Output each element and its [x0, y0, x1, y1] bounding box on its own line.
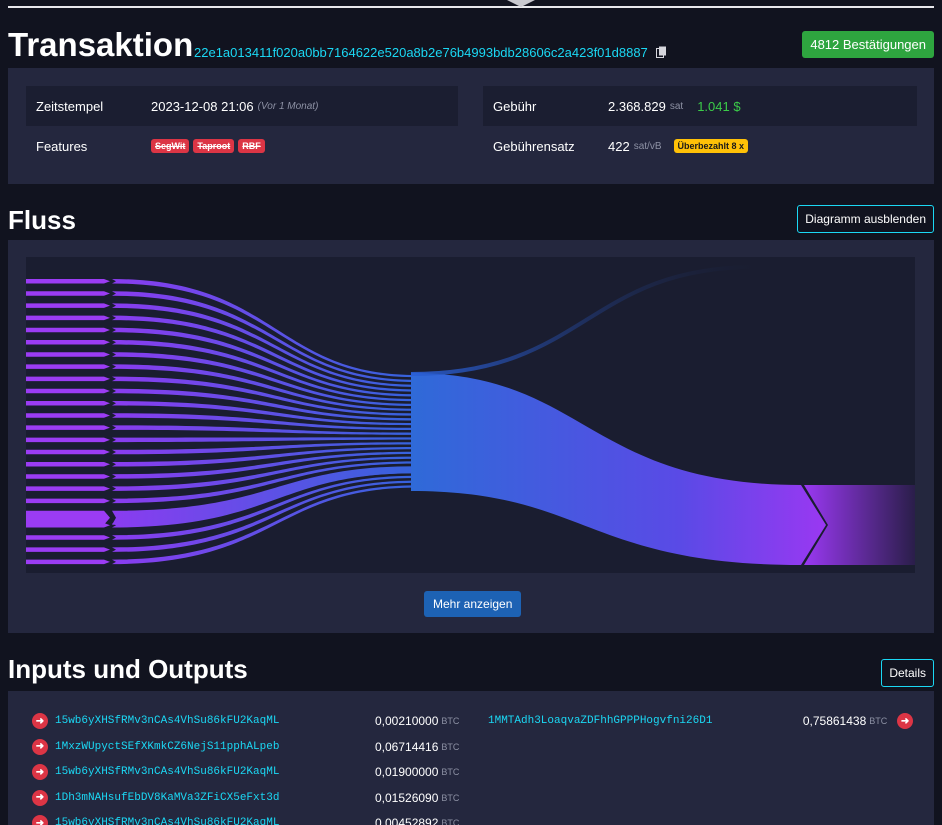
- feerate-unit: sat/vB: [633, 140, 662, 152]
- feature-badge-rbf[interactable]: RBF: [238, 139, 265, 153]
- details-button[interactable]: Details: [881, 659, 934, 687]
- flow-input-stub[interactable]: [26, 547, 110, 552]
- flow-input-stub[interactable]: [26, 437, 110, 443]
- output-amount: 0,75861438: [802, 714, 867, 728]
- input-arrow-icon[interactable]: ➜: [32, 713, 48, 729]
- flow-input-strand[interactable]: [112, 425, 416, 435]
- flow-input-stub[interactable]: [26, 327, 110, 333]
- input-arrow-icon[interactable]: ➜: [32, 789, 48, 806]
- flow-input-stub[interactable]: [26, 498, 110, 504]
- input-unit: BTC: [441, 792, 460, 803]
- feature-badge-segwit[interactable]: SegWit: [151, 139, 190, 153]
- page-title: Transaktion: [8, 26, 194, 63]
- flow-input-strand[interactable]: [112, 279, 416, 378]
- input-row: ➜ 15wb6yXHSfRMv3nCAs4VhSu86kFU2KaqML 0,002…: [32, 711, 460, 731]
- timestamp-label: Zeitstempel: [36, 98, 104, 114]
- features-row: Features SegWit Taproot RBF: [26, 126, 458, 166]
- fee-value: 2.368.829: [608, 98, 666, 114]
- flow-input-stub[interactable]: [26, 425, 110, 430]
- input-address[interactable]: 15wb6yXHSfRMv3nCAs4VhSu86kFU2KaqML: [55, 817, 375, 825]
- timestamp-relative: (Vor 1 Monat): [257, 100, 319, 112]
- input-unit: BTC: [441, 716, 460, 726]
- output-unit: BTC: [869, 716, 888, 726]
- timestamp-value: 2023-12-08 21:06: [151, 98, 254, 114]
- input-unit: BTC: [441, 741, 460, 752]
- input-row: ➜ 15wb6yXHSfRMv3nCAs4VhSu86kFU2KaqML 0,004…: [32, 813, 460, 825]
- flow-input-stub[interactable]: [26, 388, 110, 394]
- fee-label: Gebühr: [493, 98, 537, 114]
- input-address[interactable]: 15wb6yXHSfRMv3nCAs4VhSu86kFU2KaqML: [55, 766, 375, 778]
- io-title: Inputs und Outputs: [8, 654, 248, 684]
- flow-input-stub[interactable]: [26, 413, 110, 418]
- input-arrow-icon[interactable]: ➜: [32, 815, 48, 825]
- input-address[interactable]: 1Dh3mNAHsufEbDV8KaMVa3ZFiCX5eFxt3d: [55, 792, 375, 804]
- fee-row: Gebühr 2.368.829 sat 1.041 $: [483, 86, 917, 126]
- flow-input-stub[interactable]: [26, 462, 110, 467]
- input-amount: 0,00210000: [375, 714, 439, 728]
- flow-input-stub[interactable]: [26, 352, 110, 357]
- flow-input-stub[interactable]: [26, 510, 110, 525]
- input-arrow-icon[interactable]: ➜: [32, 738, 48, 755]
- details-left: Zeitstempel 2023-12-08 21:06 (Vor 1 Mona…: [26, 86, 458, 166]
- overpaid-badge: Überbezahlt 8 x: [673, 139, 749, 153]
- input-amount: 0,06714416: [375, 739, 439, 754]
- input-row: ➜ 15wb6yXHSfRMv3nCAs4VhSu86kFU2KaqML 0,019…: [32, 762, 460, 782]
- flow-input-stub[interactable]: [26, 364, 110, 369]
- top-divider: [8, 6, 934, 8]
- feerate-value: 422: [608, 138, 630, 154]
- flow-output-main[interactable]: [411, 373, 826, 565]
- input-row: ➜ 1MxzWUpyctSEfXKmkCZ6NejS11pphALpeb 0,067…: [32, 737, 460, 757]
- input-amount: 0,00452892: [375, 816, 439, 825]
- flow-fee[interactable]: [410, 265, 757, 376]
- transaction-header: Transaktion 22e1a013411f020a0bb7164622e5…: [8, 26, 934, 66]
- input-address[interactable]: 1MxzWUpyctSEfXKmkCZ6NejS11pphALpeb: [55, 741, 375, 753]
- output-address[interactable]: 1MMTAdh3LoaqvaZDFhhGPPPHogvfni26D1: [488, 715, 803, 727]
- fee-fiat: 1.041 $: [697, 98, 741, 114]
- hide-diagram-button[interactable]: Diagramm ausblenden: [797, 205, 934, 233]
- feerate-row: Gebührensatz 422 sat/vB Überbezahlt 8 x: [483, 126, 917, 166]
- flow-input-stub[interactable]: [26, 291, 110, 296]
- txid-link[interactable]: 22e1a013411f020a0bb7164622e520a8b2e76b49…: [194, 45, 648, 60]
- flow-input-stub[interactable]: [26, 315, 110, 321]
- flow-input-stub[interactable]: [26, 523, 110, 528]
- input-unit: BTC: [441, 818, 460, 825]
- features-label: Features: [36, 138, 88, 154]
- flow-input-stub[interactable]: [26, 401, 110, 406]
- flow-input-stub[interactable]: [26, 559, 110, 565]
- input-row: ➜ 1Dh3mNAHsufEbDV8KaMVa3ZFiCX5eFxt3d 0,015…: [32, 788, 460, 808]
- sankey-svg: [26, 265, 915, 565]
- flow-input-stub[interactable]: [26, 535, 110, 540]
- flow-input-stub[interactable]: [26, 486, 110, 491]
- timestamp-row: Zeitstempel 2023-12-08 21:06 (Vor 1 Mona…: [26, 86, 458, 126]
- feature-badge-taproot[interactable]: Taproot: [193, 139, 235, 153]
- flow-diagram[interactable]: [26, 257, 915, 573]
- flow-input-stub[interactable]: [26, 279, 110, 284]
- input-unit: BTC: [441, 767, 460, 777]
- flow-title: Fluss: [8, 205, 76, 235]
- flow-input-stub[interactable]: [26, 376, 110, 382]
- io-box: ➜ 15wb6yXHSfRMv3nCAs4VhSu86kFU2KaqML 0,002…: [8, 691, 934, 825]
- show-more-button[interactable]: Mehr anzeigen: [424, 591, 522, 617]
- confirmations-badge: 4812 Bestätigungen: [802, 31, 934, 58]
- input-amount: 0,01900000: [375, 765, 439, 779]
- copy-icon[interactable]: [656, 46, 667, 58]
- feerate-label: Gebührensatz: [493, 138, 575, 154]
- input-address[interactable]: 15wb6yXHSfRMv3nCAs4VhSu86kFU2KaqML: [55, 715, 375, 727]
- output-arrow-icon[interactable]: ➜: [897, 713, 913, 729]
- flow-box: Mehr anzeigen: [8, 240, 934, 633]
- input-amount: 0,01526090: [375, 790, 439, 805]
- flow-input-strand[interactable]: [112, 437, 416, 443]
- flow-input-stub[interactable]: [26, 340, 110, 345]
- input-arrow-icon[interactable]: ➜: [32, 764, 48, 780]
- flow-input-stub[interactable]: [26, 449, 110, 455]
- output-row: 1MMTAdh3LoaqvaZDFhhGPPPHogvfni26D1 0,7586…: [488, 711, 913, 731]
- details-box: Zeitstempel 2023-12-08 21:06 (Vor 1 Mona…: [8, 68, 934, 184]
- details-right: Gebühr 2.368.829 sat 1.041 $ Gebührensat…: [483, 86, 917, 166]
- flow-input-stub[interactable]: [26, 303, 110, 308]
- top-notch: [507, 0, 535, 7]
- fee-unit: sat: [669, 100, 684, 112]
- flow-input-stub[interactable]: [26, 474, 110, 479]
- flow-inputs: [26, 279, 416, 565]
